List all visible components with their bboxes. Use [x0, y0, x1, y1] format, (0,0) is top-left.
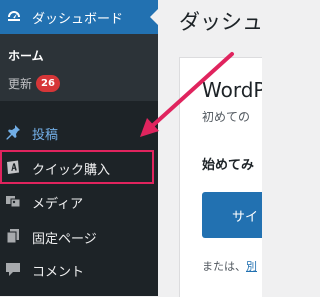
submenu-item-home[interactable]: ホーム	[8, 47, 44, 64]
sidebar-item-label: コメント	[32, 265, 85, 280]
alternate-action-text: または、別	[202, 258, 257, 274]
sidebar-item-media[interactable]: メディア	[0, 185, 158, 217]
customize-site-button[interactable]: サイ	[202, 192, 262, 238]
media-icon	[6, 196, 21, 208]
updates-count-badge: 26	[36, 75, 60, 92]
sidebar-item-label: 固定ページ	[32, 232, 97, 247]
sidebar-item-label: ダッシュボード	[32, 12, 124, 27]
comment-icon	[6, 263, 20, 276]
welcome-panel-subtitle: 初めての	[202, 110, 251, 124]
sidebar-item-posts[interactable]: 投稿	[0, 116, 158, 148]
sidebar-item-pages[interactable]: 固定ページ	[0, 220, 158, 252]
sidebar-item-comments[interactable]: コメント	[0, 253, 158, 285]
welcome-panel-title: WordP	[202, 78, 262, 102]
submenu-item-updates[interactable]: 更新 26	[8, 73, 60, 92]
page-title: ダッシュ	[179, 10, 263, 34]
welcome-panel: WordP 初めての 始めてみ サイ または、別	[179, 57, 262, 297]
page-icon	[6, 229, 19, 244]
dashboard-submenu: ホーム 更新 26	[0, 34, 158, 101]
or-text: または、	[202, 260, 246, 273]
sidebar-item-label: 投稿	[32, 128, 59, 143]
alternate-action-link[interactable]: 別	[246, 260, 257, 273]
current-menu-indicator	[150, 9, 158, 25]
submenu-item-label: 更新	[8, 77, 33, 91]
admin-sidebar: ダッシュボード ホーム 更新 26 投稿 クイック購入 メディア 固定ページ コ…	[0, 0, 158, 296]
sidebar-item-dashboard[interactable]: ダッシュボード	[0, 0, 158, 34]
pushpin-icon	[6, 125, 20, 140]
customize-site-button-label: サイ	[232, 210, 259, 225]
dashboard-gauge-icon	[8, 11, 20, 21]
annotation-highlight-box	[0, 150, 154, 184]
sidebar-item-label: メディア	[32, 197, 84, 212]
get-started-heading: 始めてみ	[202, 158, 255, 173]
